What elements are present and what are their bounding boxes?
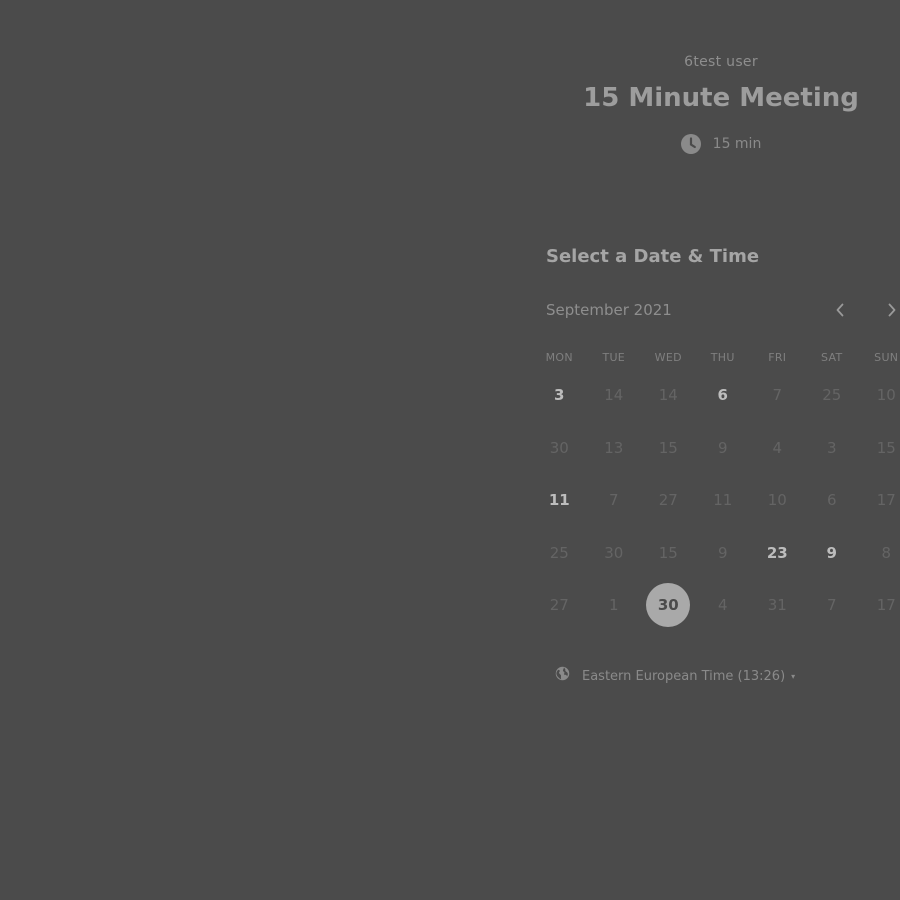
date-label: 15 [658, 438, 678, 457]
unavailable-date: 7 [750, 369, 805, 422]
chevron-left-icon [836, 303, 844, 317]
date-label: 14 [604, 386, 624, 405]
available-date[interactable]: 3 [532, 369, 587, 422]
unavailable-date: 15 [641, 422, 696, 475]
unavailable-date: 13 [587, 422, 642, 475]
unavailable-date: 10 [859, 369, 900, 422]
chevron-right-icon [888, 303, 896, 317]
organizer-name: 6test user [684, 54, 758, 70]
date-label: 30 [604, 543, 624, 562]
weekday-header: MON TUE WED THU FRI SAT SUN [532, 350, 900, 366]
date-label: 17 [876, 491, 896, 510]
duration-label: 15 min [712, 136, 762, 152]
unavailable-date: 1 [587, 579, 642, 632]
date-label: 15 [876, 438, 896, 457]
weekday-mon: MON [545, 351, 573, 364]
date-label: 7 [608, 491, 619, 510]
date-label: 25 [822, 386, 842, 405]
unavailable-date: 17 [859, 474, 900, 527]
date-label: 30 [549, 438, 569, 457]
unavailable-date: 8 [859, 527, 900, 580]
booking-page: 6test user 15 Minute Meeting 15 min Sele… [0, 0, 900, 900]
date-label: 23 [766, 543, 788, 562]
available-date[interactable]: 23 [750, 527, 805, 580]
event-title: 15 Minute Meeting [583, 83, 859, 113]
calendar-grid: 3 14 14 6 7 25 10 30 13 15 9 4 3 15 11 7 27 11 10 6 17 25 30 15… [532, 369, 900, 632]
unavailable-date: 7 [805, 579, 860, 632]
unavailable-date: 9 [696, 422, 751, 475]
available-date[interactable]: 9 [805, 527, 860, 580]
date-label: 8 [881, 543, 892, 562]
unavailable-date: 27 [532, 579, 587, 632]
date-label: 7 [772, 386, 783, 405]
unavailable-date: 30 [587, 527, 642, 580]
date-label: 1 [608, 596, 619, 615]
date-label: 9 [717, 543, 728, 562]
date-label: 30 [646, 583, 691, 628]
unavailable-date: 31 [750, 579, 805, 632]
date-label: 31 [767, 596, 787, 615]
available-date[interactable]: 11 [532, 474, 587, 527]
month-label: September 2021 [546, 301, 672, 319]
unavailable-date: 25 [532, 527, 587, 580]
event-header: 6test user 15 Minute Meeting 15 min [542, 52, 900, 154]
unavailable-date: 6 [805, 474, 860, 527]
date-label: 27 [549, 596, 569, 615]
unavailable-date: 14 [587, 369, 642, 422]
previous-month-button[interactable] [830, 300, 850, 320]
date-label: 15 [658, 543, 678, 562]
unavailable-date: 10 [750, 474, 805, 527]
unavailable-date: 4 [750, 422, 805, 475]
date-label: 13 [604, 438, 624, 457]
unavailable-date: 17 [859, 579, 900, 632]
timezone-selector[interactable]: Eastern European Time (13:26) ▾ [555, 666, 795, 688]
unavailable-date: 7 [587, 474, 642, 527]
date-label: 4 [717, 596, 728, 615]
unavailable-date: 15 [641, 527, 696, 580]
date-label: 6 [717, 386, 728, 405]
unavailable-date: 11 [696, 474, 751, 527]
unavailable-date: 27 [641, 474, 696, 527]
unavailable-date: 25 [805, 369, 860, 422]
date-label: 3 [554, 386, 565, 405]
date-label: 4 [772, 438, 783, 457]
date-label: 7 [826, 596, 837, 615]
weekday-wed: WED [654, 351, 682, 364]
date-label: 3 [826, 438, 837, 457]
unavailable-date: 3 [805, 422, 860, 475]
unavailable-date: 15 [859, 422, 900, 475]
date-label: 17 [876, 596, 896, 615]
unavailable-date: 4 [696, 579, 751, 632]
section-title: Select a Date & Time [546, 246, 760, 267]
date-label: 14 [658, 386, 678, 405]
unavailable-date: 14 [641, 369, 696, 422]
weekday-sat: SAT [821, 351, 843, 364]
clock-icon [680, 134, 701, 154]
date-label: 25 [549, 543, 569, 562]
date-label: 9 [826, 543, 837, 562]
weekday-fri: FRI [768, 351, 787, 364]
weekday-thu: THU [710, 351, 735, 364]
weekday-tue: TUE [602, 351, 626, 364]
unavailable-date: 9 [696, 527, 751, 580]
month-navigation: September 2021 [546, 298, 900, 322]
globe-icon [555, 666, 570, 688]
weekday-sun: SUN [874, 351, 899, 364]
date-label: 11 [713, 491, 733, 510]
date-label: 27 [658, 491, 678, 510]
timezone-label: Eastern European Time (13:26) [582, 669, 786, 684]
date-label: 10 [767, 491, 787, 510]
date-label: 10 [876, 386, 896, 405]
date-label: 11 [548, 491, 570, 510]
unavailable-date: 30 [532, 422, 587, 475]
date-label: 9 [717, 438, 728, 457]
event-duration: 15 min [542, 134, 900, 154]
selected-date[interactable]: 30 [641, 579, 696, 632]
available-date[interactable]: 6 [696, 369, 751, 422]
date-label: 6 [826, 491, 837, 510]
next-month-button[interactable] [882, 300, 900, 320]
caret-down-icon: ▾ [791, 672, 796, 681]
